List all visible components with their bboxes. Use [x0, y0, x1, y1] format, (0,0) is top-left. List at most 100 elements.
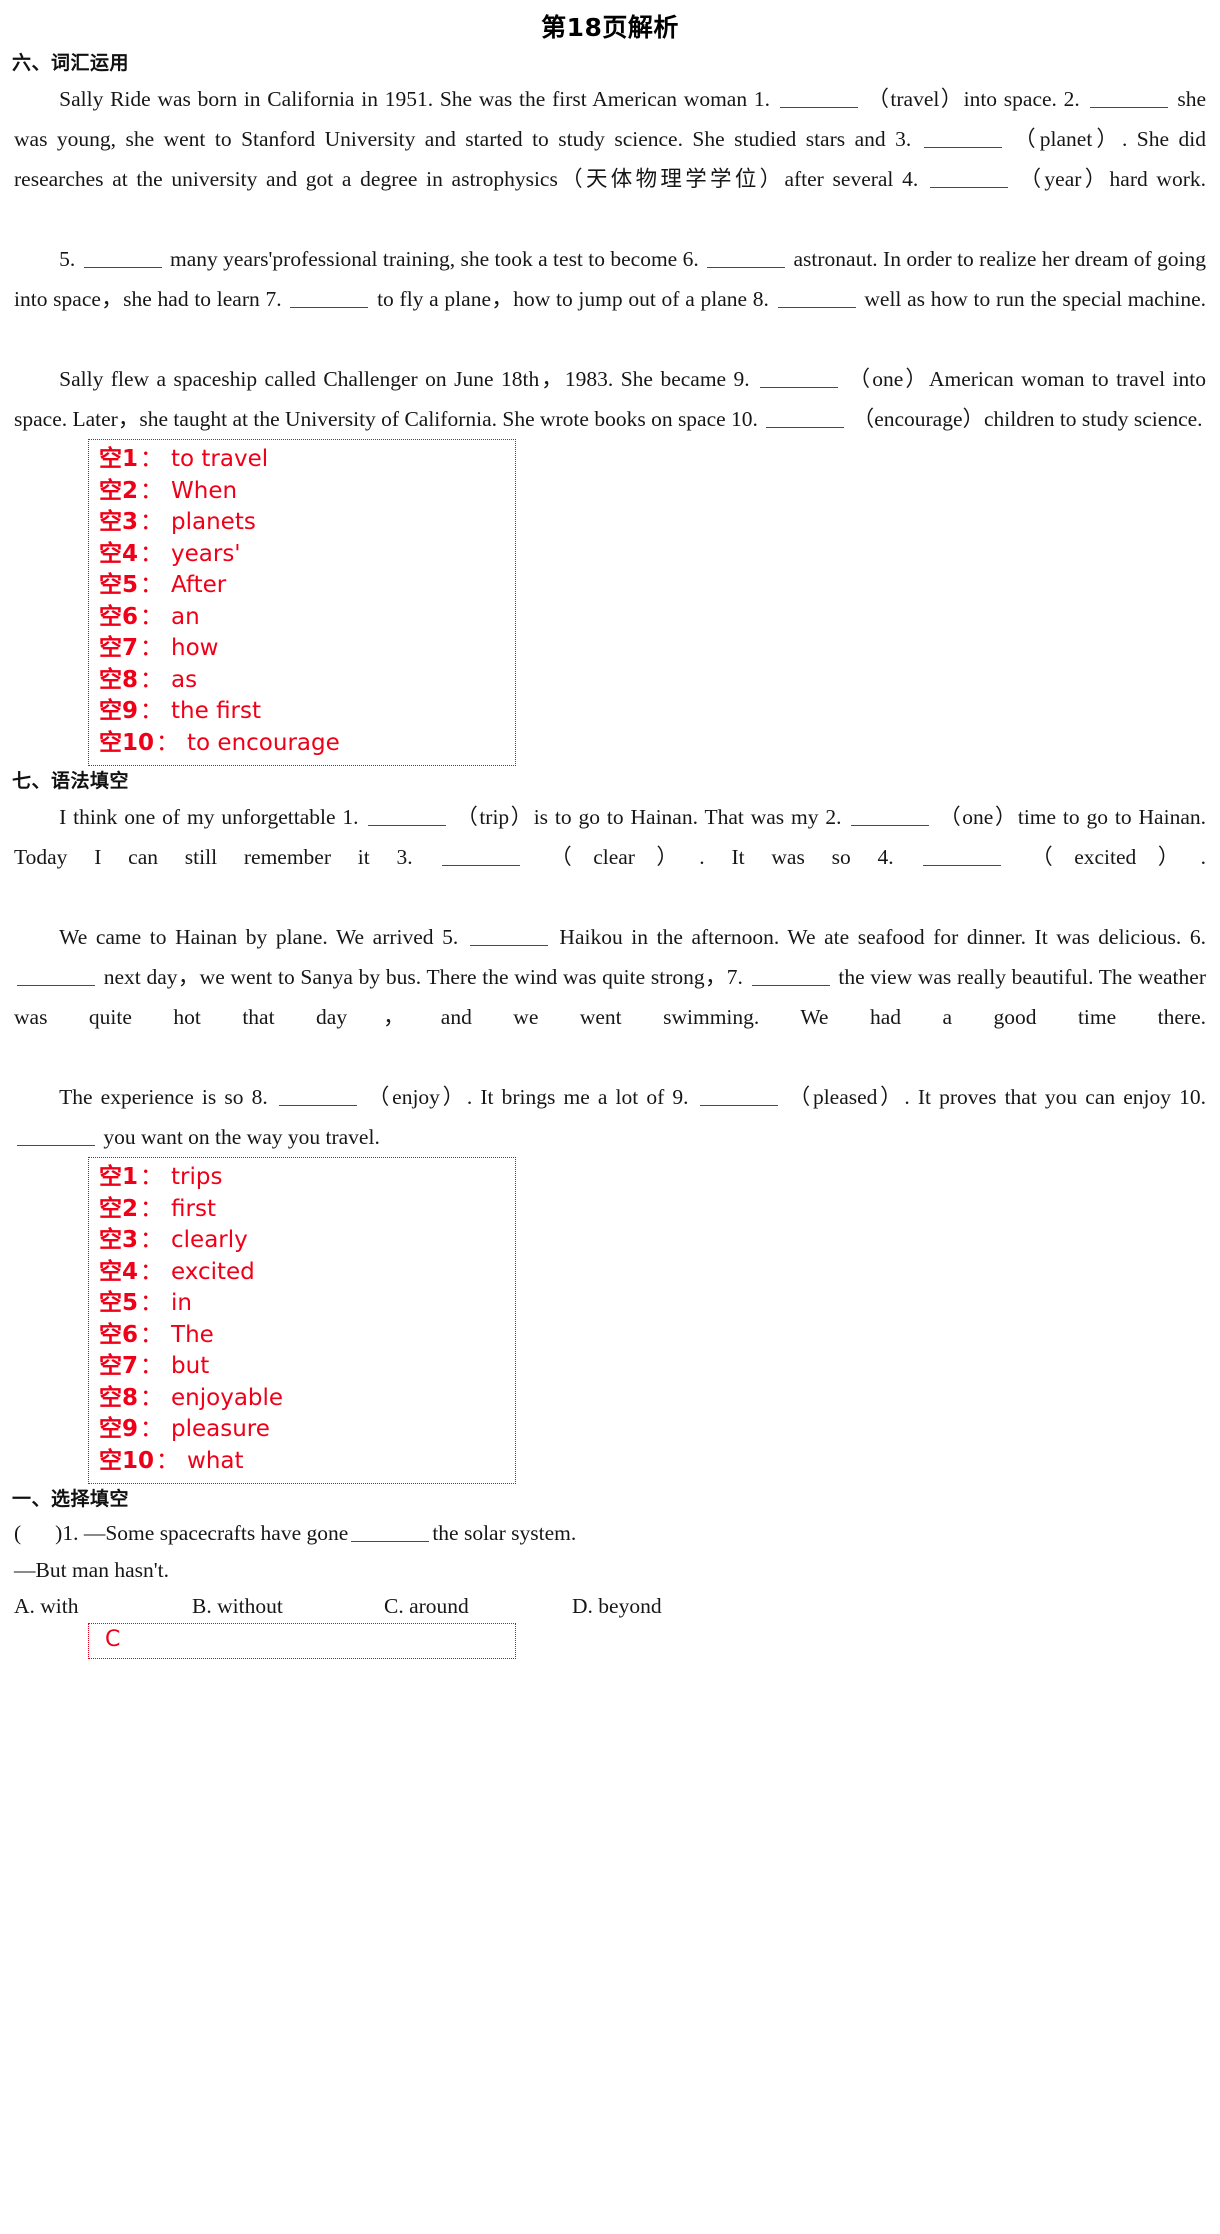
passage-blank [766, 407, 845, 428]
passage-blank [442, 845, 521, 866]
answer-separator: ： [140, 572, 164, 598]
answer-value: After [171, 572, 227, 598]
answer-value: as [171, 666, 198, 693]
section-vocabulary: 六、词汇运用 Sally Ride was born in California… [0, 48, 1220, 766]
answer-line: 空5： in [99, 1288, 515, 1320]
answer-value: what [187, 1447, 244, 1474]
choice-question-number: 1. [62, 1521, 79, 1545]
passage-blank [278, 1085, 357, 1106]
answer-value: to travel [171, 446, 269, 472]
answer-index: 空1 [99, 446, 139, 472]
answer-box-vocabulary: 空1： to travel 空2： When 空3： planets 空4： years' 空5… [88, 439, 516, 766]
choice-question-text-pre: —Some spacecrafts have gone [83, 1521, 349, 1545]
answer-index: 空3 [99, 1227, 139, 1253]
answer-separator: ： [140, 1353, 164, 1379]
answer-value: trips [171, 1164, 223, 1190]
answer-separator: ： [140, 1290, 164, 1316]
answer-separator: ： [140, 1227, 164, 1253]
answer-separator: ： [140, 1416, 164, 1442]
answer-separator: ： [140, 540, 164, 567]
passage-blank [851, 805, 930, 826]
answer-index: 空3 [99, 509, 139, 535]
passage-blank [17, 1125, 95, 1146]
answer-separator: ： [140, 509, 164, 535]
passage-blank [923, 845, 1002, 866]
passage-blank [469, 925, 548, 946]
answer-box-grammar: 空1： trips 空2： first 空3： clearly 空4： excited 空5： i… [88, 1157, 516, 1484]
answer-value: pleasure [171, 1416, 270, 1442]
answer-index: 空2 [99, 1195, 139, 1222]
page-title: 第18页解析 [541, 13, 679, 42]
answer-index: 空4 [99, 540, 139, 567]
answer-index: 空6 [99, 603, 139, 630]
answer-separator: ： [140, 1321, 164, 1348]
answer-value: C [105, 1627, 121, 1652]
choice-option-d[interactable]: D. beyond [572, 1589, 662, 1623]
answer-value: enjoyable [171, 1384, 284, 1411]
answer-line: 空8： as [99, 665, 515, 697]
answer-value: to encourage [187, 729, 340, 756]
answer-line: 空4： excited [99, 1257, 515, 1289]
answer-separator: ： [140, 477, 164, 504]
answer-line: 空2： When [99, 476, 515, 508]
answer-value: first [171, 1195, 216, 1222]
choice-question: ()1. —Some spacecrafts have gone the sola… [14, 1515, 1206, 1589]
answer-index: 空4 [99, 1258, 139, 1285]
passage-paragraph: The experience is so 8. （enjoy）. It brin… [14, 1077, 1206, 1157]
answer-line: 空7： but [99, 1351, 515, 1383]
answer-separator: ： [140, 603, 164, 630]
answer-index: 空7 [99, 635, 139, 661]
section-heading-multiple-choice: 一、选择填空 [12, 1488, 130, 1510]
answer-line: 空6： an [99, 602, 515, 634]
choice-question-text-post: the solar system. [432, 1521, 577, 1545]
answer-line: 空9： pleasure [99, 1414, 515, 1446]
choice-answer-bracket: () [14, 1521, 63, 1545]
answer-separator: ： [140, 1164, 164, 1190]
passage-grammar: I think one of my unforgettable 1. （trip… [14, 797, 1206, 1157]
answer-line: 空5： After [99, 570, 515, 602]
answer-separator: ： [140, 1258, 164, 1285]
answer-line: 空3： planets [99, 507, 515, 539]
answer-value: planets [171, 509, 256, 535]
answer-index: 空9 [99, 698, 139, 724]
answer-line: 空4： years' [99, 539, 515, 571]
section-grammar: 七、语法填空 I think one of my unforgettable 1… [0, 766, 1220, 1484]
answer-separator: ： [140, 446, 164, 472]
answer-line: 空10： what [99, 1446, 515, 1478]
passage-vocabulary: Sally Ride was born in California in 195… [14, 79, 1206, 439]
choice-option-b[interactable]: B. without [192, 1589, 384, 1623]
answer-value: an [171, 603, 200, 630]
answer-line: 空1： trips [99, 1162, 515, 1194]
answer-line: 空10： to encourage [99, 728, 515, 760]
answer-separator: ： [140, 666, 164, 693]
answer-value: how [171, 635, 219, 661]
answer-value: When [171, 477, 238, 504]
passage-paragraph: Sally flew a spaceship called Challenger… [14, 367, 1206, 431]
answer-index: 空8 [99, 666, 139, 693]
passage-paragraph: 5. many years'professional training, she… [14, 247, 1207, 311]
passage-paragraph: We came to Hainan by plane. We arrived 5… [14, 925, 1206, 1029]
section-heading-vocabulary: 六、词汇运用 [12, 52, 130, 74]
choice-option-a[interactable]: A. with [14, 1589, 192, 1623]
passage-blank [1089, 87, 1168, 108]
passage-blank [707, 247, 786, 268]
passage-blank [368, 805, 447, 826]
answer-index: 空10 [99, 1447, 155, 1474]
answer-value: clearly [171, 1227, 248, 1253]
passage-paragraph: I think one of my unforgettable 1. （trip… [14, 805, 1206, 869]
answer-index: 空6 [99, 1321, 139, 1348]
answer-value: in [171, 1290, 192, 1316]
answer-separator: ： [156, 1447, 180, 1474]
passage-blank [779, 87, 858, 108]
answer-index: 空2 [99, 477, 139, 504]
answer-box-multiple-choice: C [88, 1623, 516, 1659]
choice-option-c[interactable]: C. around [384, 1589, 572, 1623]
answer-index: 空7 [99, 1353, 139, 1379]
answer-separator: ： [140, 1384, 164, 1411]
choice-options: A. with B. without C. around D. beyond [14, 1589, 1206, 1623]
passage-blank [751, 965, 830, 986]
answer-index: 空5 [99, 1290, 139, 1316]
section-heading-grammar: 七、语法填空 [12, 770, 130, 792]
answer-line: 空3： clearly [99, 1225, 515, 1257]
passage-paragraph: Sally Ride was born in California in 195… [14, 87, 1207, 191]
